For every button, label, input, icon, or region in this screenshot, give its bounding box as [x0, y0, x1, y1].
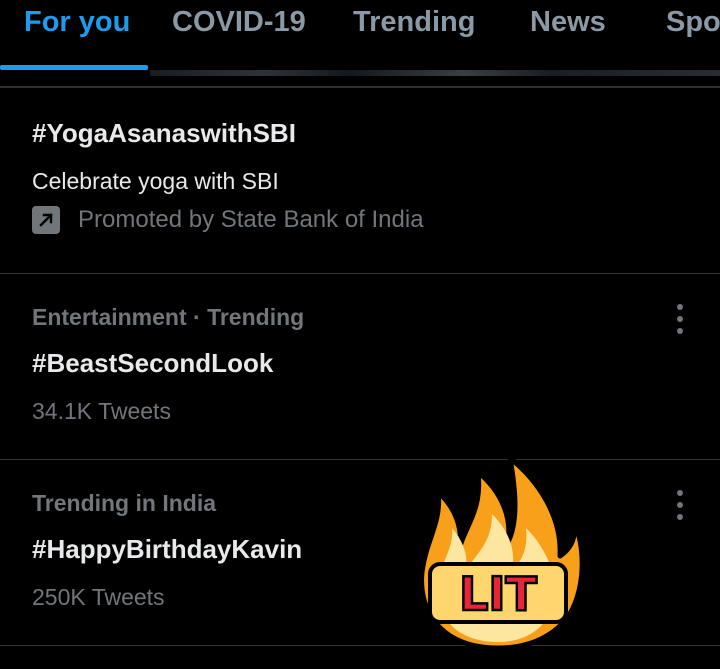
- explore-tab-bar: For you COVID-19 Trending News Spo: [0, 0, 720, 72]
- tab-trending[interactable]: Trending: [353, 6, 475, 39]
- more-options-icon[interactable]: [670, 490, 690, 520]
- active-tab-indicator: [0, 65, 148, 70]
- tab-for-you[interactable]: For you: [24, 6, 130, 39]
- header-banner-image: [150, 70, 720, 76]
- trend-tweet-count: 250K Tweets: [32, 584, 165, 610]
- trend-description: Celebrate yoga with SBI: [32, 168, 279, 194]
- sticker-text: LIT: [459, 567, 537, 621]
- tab-news[interactable]: News: [530, 6, 606, 39]
- promoted-by-text: Promoted by State Bank of India: [78, 206, 424, 233]
- external-arrow-icon: [32, 206, 60, 234]
- trend-hashtag: #YogaAsanaswithSBI: [32, 118, 296, 148]
- trend-item[interactable]: Entertainment · Trending #BeastSecondLoo…: [0, 274, 720, 460]
- more-options-icon[interactable]: [670, 304, 690, 334]
- trend-item-promoted[interactable]: #YogaAsanaswithSBI Celebrate yoga with S…: [0, 88, 720, 274]
- tab-sports[interactable]: Spo: [666, 6, 720, 39]
- trend-item[interactable]: Trending in India #HappyBirthdayKavin 25…: [0, 460, 720, 646]
- trend-hashtag: #BeastSecondLook: [32, 348, 274, 378]
- trend-hashtag: #HappyBirthdayKavin: [32, 534, 303, 564]
- promoted-label: Promoted by State Bank of India: [32, 206, 424, 234]
- fire-icon: LIT: [419, 455, 584, 651]
- trend-category: Entertainment · Trending: [32, 304, 305, 330]
- tab-covid-19[interactable]: COVID-19: [172, 6, 306, 39]
- trend-tweet-count: 34.1K Tweets: [32, 398, 171, 424]
- trend-category: Trending in India: [32, 490, 216, 516]
